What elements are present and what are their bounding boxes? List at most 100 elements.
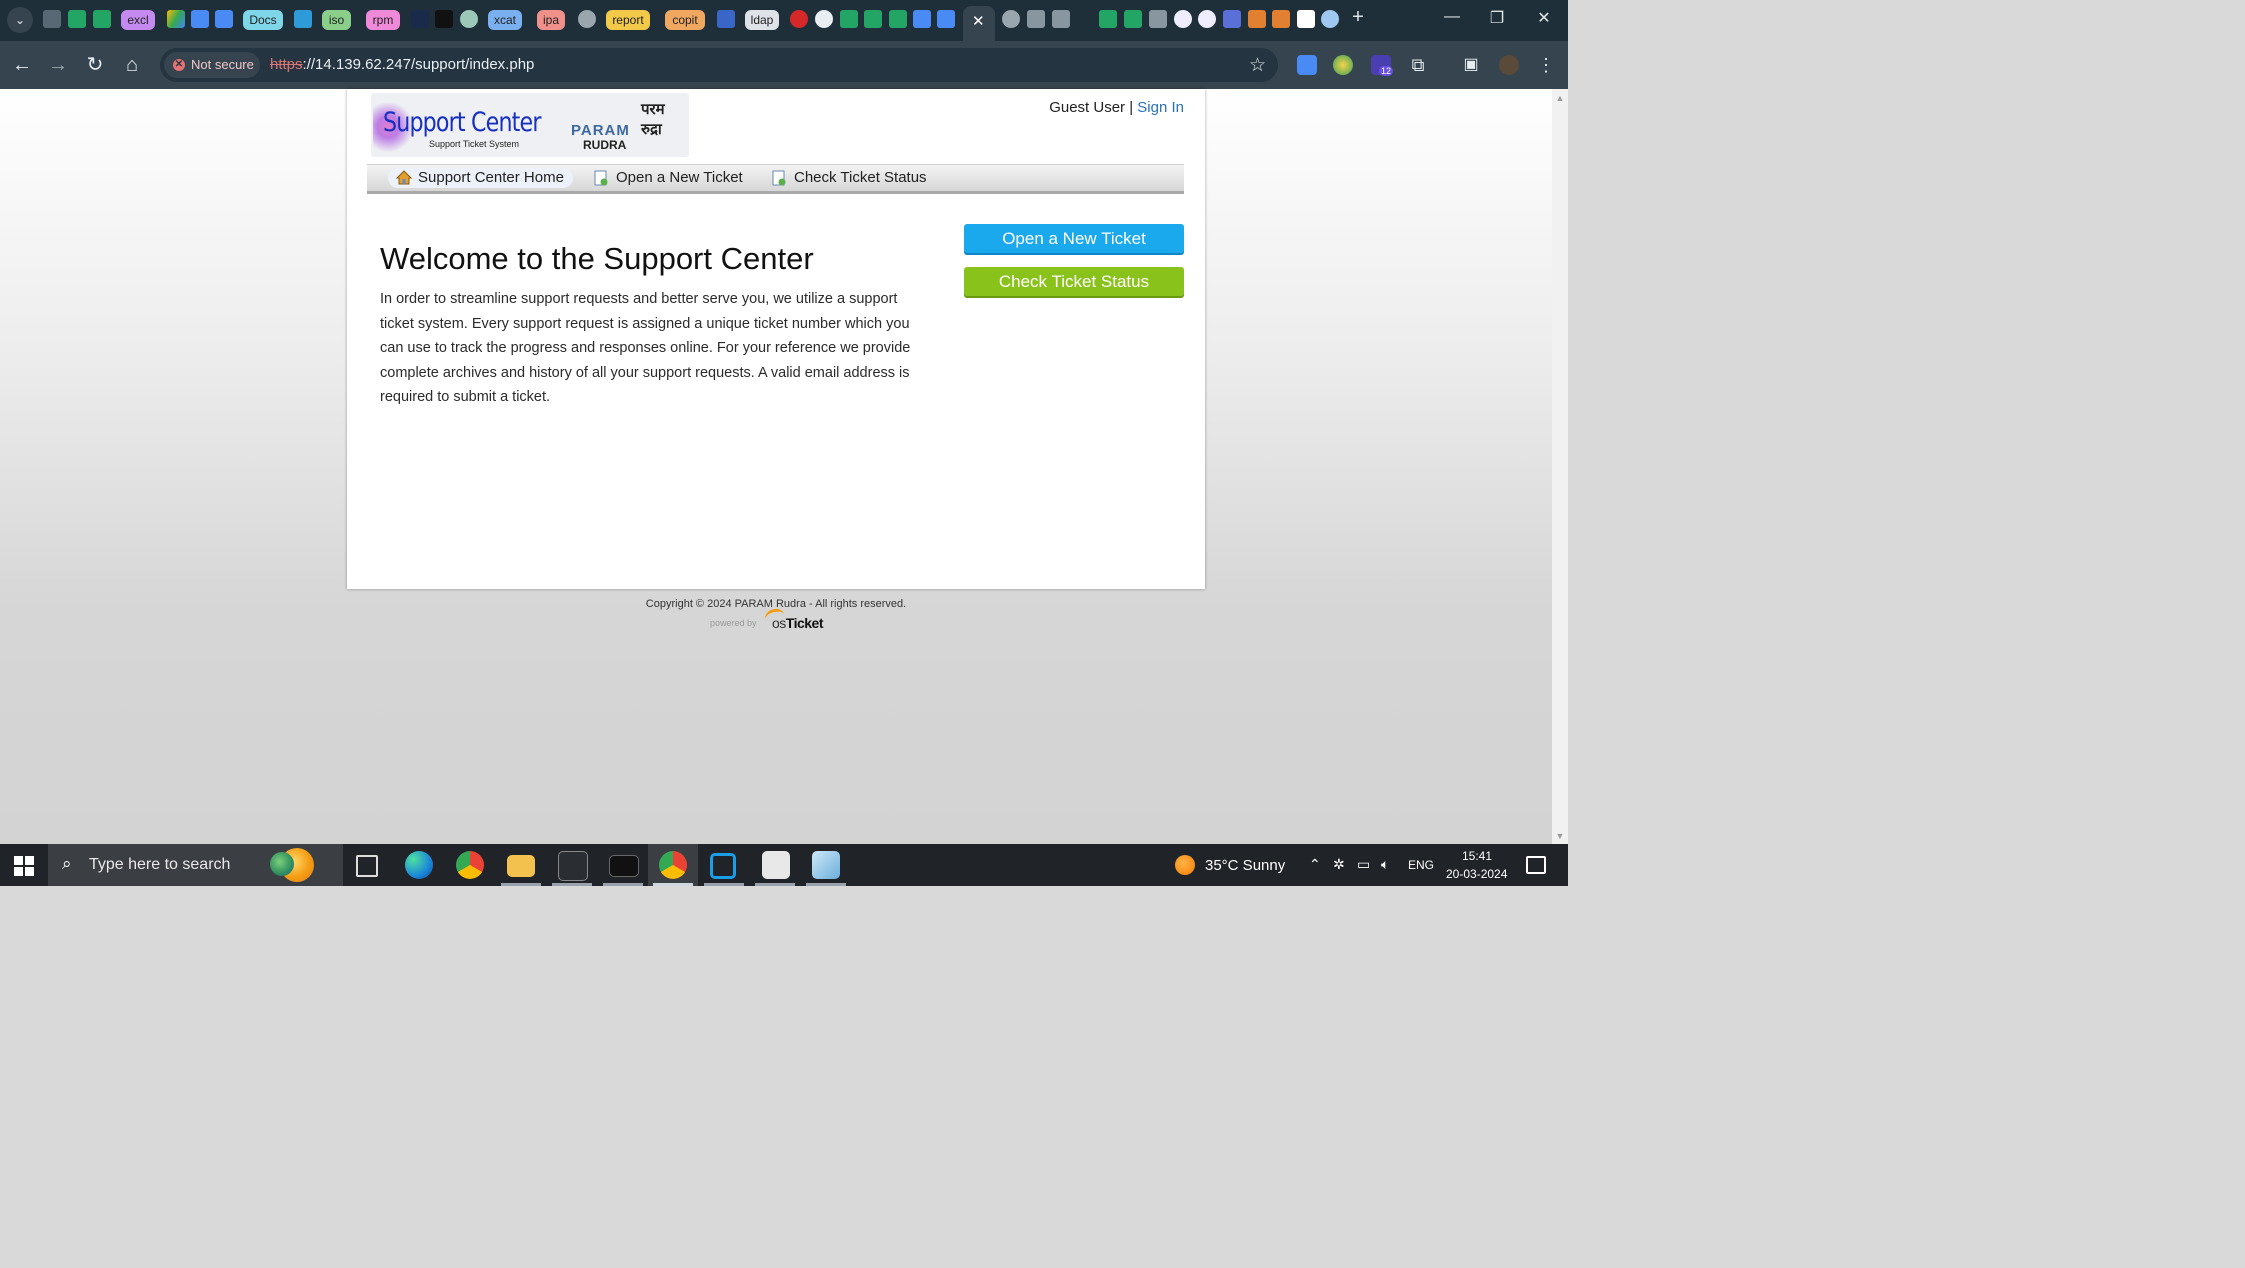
notepad-icon[interactable] (762, 851, 790, 879)
tab-d-icon[interactable] (1297, 10, 1315, 28)
tab-ipa[interactable]: ipa (537, 10, 565, 30)
tab-docs-icon[interactable] (913, 10, 931, 28)
taskbar-search-box[interactable]: ⌕ Type here to search (48, 844, 343, 886)
windows-start-icon[interactable] (14, 856, 34, 876)
weather-sun-icon[interactable] (1175, 855, 1195, 875)
tab-redhat-icon[interactable] (790, 10, 808, 28)
welcome-paragraph: In order to streamline support requests … (380, 291, 911, 406)
tab-rpm[interactable]: rpm (366, 10, 400, 30)
tray-network-icon[interactable]: ✲ (1333, 856, 1345, 873)
url-text[interactable]: https://14.139.62.247/support/index.php (270, 56, 534, 73)
weather-text[interactable]: 35°C Sunny (1205, 857, 1285, 874)
tab-stack-icon[interactable] (1272, 10, 1290, 28)
close-window-button[interactable]: ✕ (1529, 8, 1559, 28)
reload-icon[interactable]: ↻ (81, 51, 109, 79)
check-ticket-status-button[interactable]: Check Ticket Status (964, 267, 1184, 296)
home-icon[interactable]: ⌂ (118, 51, 146, 79)
extensions-puzzle-icon[interactable]: ⧉ (1404, 51, 1432, 79)
snipping-tool-icon[interactable] (558, 851, 588, 881)
address-bar[interactable]: ✕ Not secure https://14.139.62.247/suppo… (160, 48, 1278, 82)
running-indicator (653, 883, 693, 886)
bookmark-star-icon[interactable]: ☆ (1249, 54, 1266, 77)
tab-github-icon[interactable] (1198, 10, 1216, 28)
tab-dot-icon[interactable] (1321, 10, 1339, 28)
tab-teams-icon[interactable] (1223, 10, 1241, 28)
scroll-down-icon[interactable]: ▼ (1555, 831, 1565, 841)
security-indicator[interactable]: ✕ Not secure (164, 52, 260, 78)
house-extension-icon[interactable]: 12 (1371, 55, 1394, 76)
file-explorer-icon[interactable] (507, 855, 535, 877)
tab-compass-icon[interactable] (815, 10, 833, 28)
restore-button[interactable]: ❐ (1482, 8, 1512, 28)
tab-ai-icon[interactable] (435, 10, 453, 28)
tab-sheets-icon[interactable] (1099, 10, 1117, 28)
tab-sheets-icon[interactable] (93, 10, 111, 28)
tab-drive-icon[interactable] (167, 10, 185, 28)
tab-sheets-icon[interactable] (68, 10, 86, 28)
chrome-active-icon[interactable] (659, 851, 687, 879)
tab-sheets-icon[interactable] (889, 10, 907, 28)
clock-date[interactable]: 20-03-2024 (1446, 867, 1507, 881)
tab-ldap[interactable]: ldap (745, 10, 779, 30)
scroll-up-icon[interactable]: ▲ (1555, 93, 1565, 103)
tab-grid-icon[interactable] (1027, 10, 1045, 28)
tray-language[interactable]: ENG (1408, 858, 1434, 872)
tab-terminal-icon[interactable] (411, 10, 429, 28)
osticket-logo[interactable]: osTicket (772, 615, 824, 631)
tab-docs-icon[interactable] (937, 10, 955, 28)
nav-check-status[interactable]: Check Ticket Status (771, 168, 927, 188)
task-view-icon[interactable] (356, 855, 378, 877)
new-tab-button[interactable]: + (1343, 6, 1373, 29)
chrome-icon[interactable] (456, 851, 484, 879)
sign-in-link[interactable]: Sign In (1137, 99, 1184, 116)
minimize-button[interactable]: — (1437, 8, 1467, 26)
tab-code-icon[interactable] (717, 10, 735, 28)
tab-sheets-icon[interactable] (840, 10, 858, 28)
tray-overflow-chevron-icon[interactable]: ⌃ (1309, 856, 1321, 873)
tab-search-button[interactable]: ⌄ (7, 7, 33, 33)
tab-docs-icon[interactable] (191, 10, 209, 28)
clock-time[interactable]: 15:41 (1462, 849, 1492, 863)
tab-favicon-apps-icon[interactable] (43, 10, 61, 28)
tab-iso[interactable]: iso (322, 10, 351, 30)
tab-grid-icon[interactable] (1052, 10, 1070, 28)
open-new-ticket-button[interactable]: Open a New Ticket (964, 224, 1184, 253)
tab-report[interactable]: report (606, 10, 650, 30)
notification-center-icon[interactable] (1526, 856, 1546, 874)
tab-stack-icon[interactable] (1248, 10, 1266, 28)
tab-xcat[interactable]: xcat (488, 10, 522, 30)
colorful-extension-icon[interactable] (1333, 55, 1353, 75)
app-icon[interactable] (812, 851, 840, 879)
active-tab[interactable]: ✕ (963, 6, 995, 41)
tray-volume-icon[interactable]: 🔈︎ (1381, 856, 1389, 873)
tab-azure-icon[interactable] (294, 10, 312, 28)
tab-github-icon[interactable] (1174, 10, 1192, 28)
site-logo[interactable]: Support Center Support Ticket System परम… (371, 93, 689, 157)
tab-excl[interactable]: excl (121, 10, 155, 30)
tab-close-icon[interactable]: ✕ (972, 12, 985, 30)
back-arrow-icon[interactable]: ← (8, 51, 36, 79)
browser-toolbar: ← → ↻ ⌂ ✕ Not secure https://14.139.62.2… (0, 41, 1568, 89)
tab-sheets-icon[interactable] (1124, 10, 1142, 28)
translate-extension-icon[interactable] (1297, 55, 1317, 75)
tab-docs[interactable]: Docs (243, 10, 283, 30)
edge-icon[interactable] (405, 851, 433, 879)
remote-desktop-icon[interactable] (710, 853, 736, 879)
tab-copit[interactable]: copit (665, 10, 705, 30)
page-scrollbar[interactable]: ▲ ▼ (1552, 89, 1568, 844)
tab-chatgpt-icon[interactable] (460, 10, 478, 28)
tab-globe-icon[interactable] (578, 10, 596, 28)
tray-display-icon[interactable]: ▭ (1357, 856, 1370, 873)
tab-sheets-icon[interactable] (864, 10, 882, 28)
terminal-icon[interactable] (609, 855, 639, 877)
forward-arrow-icon[interactable]: → (44, 51, 72, 79)
menu-kebab-icon[interactable]: ⋮ (1532, 51, 1560, 79)
nav-support-home[interactable]: Support Center Home (388, 168, 573, 188)
side-panel-icon[interactable]: ▣ (1457, 51, 1485, 79)
tab-globe-icon[interactable] (1002, 10, 1020, 28)
profile-avatar[interactable] (1499, 55, 1519, 75)
nav-open-ticket[interactable]: Open a New Ticket (593, 168, 743, 188)
tab-grid-icon[interactable] (1149, 10, 1167, 28)
powered-by-label: powered by (710, 618, 757, 628)
tab-docs-icon[interactable] (215, 10, 233, 28)
